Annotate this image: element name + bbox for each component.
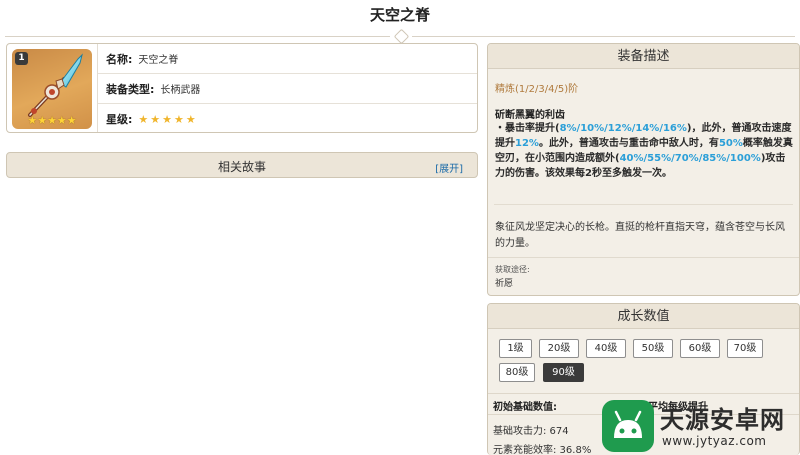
stat-base-attack: 基础攻击力: 674 — [493, 426, 569, 437]
level-button-80[interactable]: 80级 — [499, 363, 535, 382]
level-button-70[interactable]: 70级 — [727, 339, 763, 358]
info-row-type: 装备类型: 长柄武器 — [98, 74, 477, 104]
description-divider — [494, 204, 793, 205]
type-label: 装备类型: — [106, 82, 155, 96]
type-value: 长柄武器 — [160, 85, 201, 96]
equipment-description-panel: 装备描述 精炼(1/2/3/4/5)阶 斫断黑翼的利齿 ・暴击率提升(8%/10… — [487, 43, 800, 296]
expand-story-link[interactable]: [展开] — [435, 160, 463, 175]
stat-energy-recharge: 元素充能效率: 36.8% — [493, 445, 592, 455]
story-section-header: 相关故事 [展开] — [6, 152, 478, 178]
level-button-1[interactable]: 1级 — [499, 339, 532, 358]
level-button-40[interactable]: 40级 — [586, 339, 626, 358]
info-row-stars: 星级: ★★★★★ — [98, 104, 477, 132]
star-rating-icon: ★★★★★ — [138, 112, 198, 126]
ornament-icon — [390, 29, 412, 43]
site-logo-icon — [602, 400, 654, 452]
growth-title: 成长数值 — [488, 304, 799, 329]
source-value: 祈愿 — [495, 279, 514, 289]
thumbnail-stars: ★★★★★ — [27, 114, 77, 127]
name-label: 名称: — [106, 52, 133, 66]
level-button-20[interactable]: 20级 — [539, 339, 579, 358]
level-button-50[interactable]: 50级 — [633, 339, 673, 358]
site-name: 天源安卓网 — [660, 406, 785, 434]
passive-description: ・暴击率提升(8%/10%/12%/14%/16%)，此外，普通攻击速度提升12… — [495, 123, 793, 179]
refinement-levels: 精炼(1/2/3/4/5)阶 — [495, 84, 579, 95]
level-button-90[interactable]: 90级 — [543, 363, 584, 382]
level-button-60[interactable]: 60级 — [680, 339, 720, 358]
base-stats-title: 初始基础数值: — [493, 402, 557, 413]
weapon-info-card: 1 ★★★★★ 名称: 天空之脊 装备类型: 长柄武器 星级: ★★★★★ — [6, 43, 478, 133]
site-url: www.jytyaz.com — [662, 434, 767, 448]
site-watermark: 天源安卓网 www.jytyaz.com — [600, 398, 800, 455]
story-title: 相关故事 — [217, 160, 266, 174]
page-title: 天空之脊 — [369, 6, 430, 24]
lore-text: 象征风龙坚定决心的长枪。直挺的枪杆直指天穹，蕴含苍空与长风的力量。 — [495, 222, 785, 249]
star-label: 星级: — [106, 113, 133, 126]
weapon-thumbnail: 1 ★★★★★ — [12, 49, 92, 129]
name-value: 天空之脊 — [138, 55, 179, 66]
passive-name: 斫断黑翼的利齿 — [495, 110, 565, 121]
source-box: 获取途径: 祈愿 — [488, 257, 799, 295]
source-label: 获取途径: — [495, 265, 530, 274]
description-title: 装备描述 — [488, 44, 799, 69]
info-row-name: 名称: 天空之脊 — [98, 44, 477, 74]
